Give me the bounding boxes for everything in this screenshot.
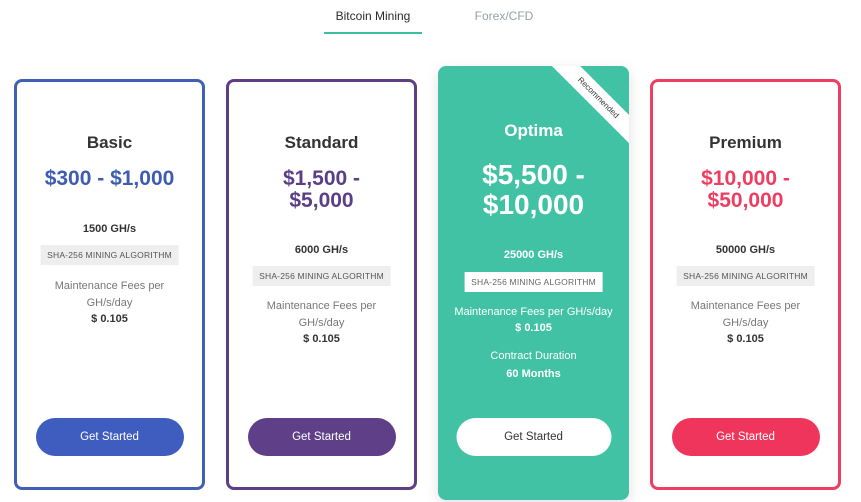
plan-price-line2: $5,000: [289, 189, 354, 212]
fees-label-line2: GH/s/day: [86, 297, 133, 309]
algorithm-badge: SHA-256 MINING ALGORITHM: [40, 245, 179, 265]
algorithm-badge: SHA-256 MINING ALGORITHM: [676, 266, 815, 286]
algorithm-badge: SHA-256 MINING ALGORITHM: [464, 272, 603, 292]
fees-label-line2: GH/s/day: [298, 317, 345, 329]
active-tab-indicator: [324, 32, 422, 34]
tab-bitcoin-mining[interactable]: Bitcoin Mining: [324, 9, 422, 23]
contract-duration-label: Contract Duration: [490, 350, 577, 362]
plan-price-line1: $10,000 -: [701, 167, 790, 190]
get-started-button[interactable]: Get Started: [247, 418, 396, 456]
fees-label-line2: GH/s/day: [722, 317, 769, 329]
fees-label-line1: Maintenance Fees per: [54, 280, 165, 292]
plan-name: Premium: [709, 133, 782, 152]
plan-price-line2: $50,000: [707, 189, 784, 212]
fees-label: Maintenance Fees per GH/s/day: [454, 306, 613, 318]
plan-hashrate: 25000 GH/s: [503, 249, 564, 261]
contract-duration-value: 60 Months: [506, 368, 561, 380]
plan-card-premium: Premium $10,000 - $50,000 50000 GH/s SHA…: [650, 79, 841, 490]
plan-hashrate: 6000 GH/s: [294, 244, 349, 256]
fee-value: $ 0.105: [515, 322, 552, 334]
fee-value: $ 0.105: [727, 333, 764, 345]
get-started-button[interactable]: Get Started: [456, 418, 611, 456]
plan-card-optima: Recommended Optima $5,500 - $10,000 2500…: [438, 66, 629, 500]
tab-forex-cfd[interactable]: Forex/CFD: [462, 9, 546, 23]
plan-name: Standard: [284, 133, 359, 152]
plan-price-line1: $1,500 -: [282, 167, 361, 190]
plan-tabs: Bitcoin Mining Forex/CFD: [0, 0, 861, 40]
plan-hashrate: 50000 GH/s: [715, 244, 776, 256]
algorithm-badge: SHA-256 MINING ALGORITHM: [252, 266, 391, 286]
plan-name: Basic: [86, 133, 133, 152]
fees-label-line1: Maintenance Fees per: [266, 300, 377, 312]
plan-name: Optima: [504, 121, 563, 140]
plan-price-line1: $5,500 -: [482, 159, 585, 190]
get-started-button[interactable]: Get Started: [671, 418, 820, 456]
plan-price: $300 - $1,000: [44, 167, 175, 190]
fee-value: $ 0.105: [303, 333, 340, 345]
fees-label-line1: Maintenance Fees per: [690, 300, 801, 312]
get-started-button[interactable]: Get Started: [35, 418, 184, 456]
plan-hashrate: 1500 GH/s: [82, 223, 137, 235]
fee-value: $ 0.105: [91, 313, 128, 325]
plan-price-line2: $10,000: [482, 189, 585, 220]
plan-card-standard: Standard $1,500 - $5,000 6000 GH/s SHA-2…: [226, 79, 417, 490]
plan-card-basic: Basic $300 - $1,000 1500 GH/s SHA-256 MI…: [14, 79, 205, 490]
